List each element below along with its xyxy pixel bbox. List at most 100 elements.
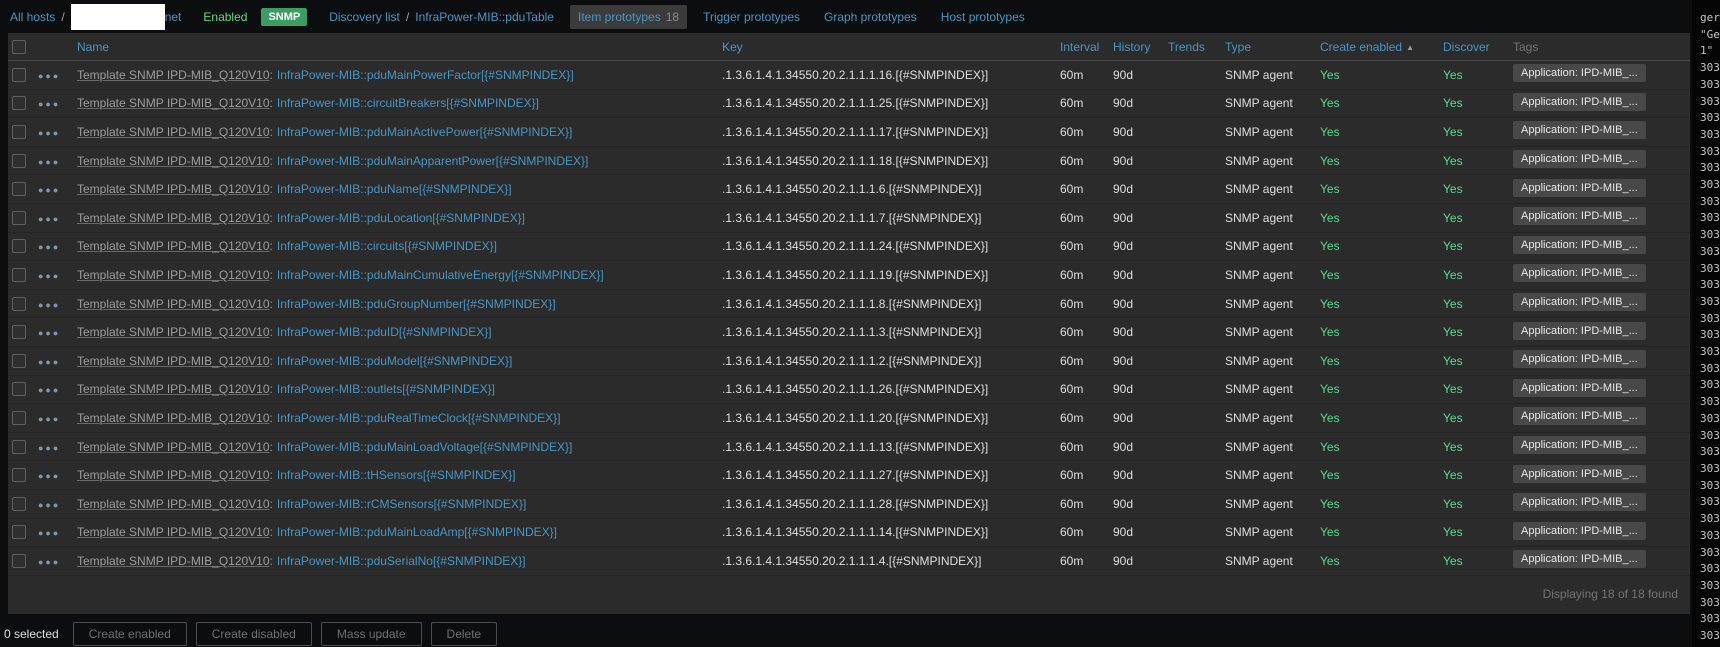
application-tag-chip[interactable]: Application: IPD-MIB_... (1513, 350, 1646, 368)
application-tag-chip[interactable]: Application: IPD-MIB_... (1513, 236, 1646, 254)
template-prefix-link[interactable]: Template SNMP IPD-MIB_Q120V10 (77, 96, 270, 110)
column-header-trends[interactable]: Trends (1168, 40, 1205, 54)
discover-toggle-link[interactable]: Yes (1443, 325, 1463, 339)
row-context-menu-button[interactable]: ●●● (38, 357, 60, 367)
row-checkbox[interactable] (12, 382, 26, 396)
row-checkbox[interactable] (12, 154, 26, 168)
create-enabled-toggle-link[interactable]: Yes (1320, 468, 1340, 482)
row-checkbox[interactable] (12, 468, 26, 482)
row-checkbox[interactable] (12, 554, 26, 568)
application-tag-chip[interactable]: Application: IPD-MIB_... (1513, 93, 1646, 111)
template-prefix-link[interactable]: Template SNMP IPD-MIB_Q120V10 (77, 468, 270, 482)
application-tag-chip[interactable]: Application: IPD-MIB_... (1513, 179, 1646, 197)
item-name-link[interactable]: InfraPower-MIB::pduMainLoadAmp[{#SNMPIND… (277, 525, 557, 539)
host-name-link[interactable]: net (165, 10, 182, 24)
discover-toggle-link[interactable]: Yes (1443, 497, 1463, 511)
create-enabled-toggle-link[interactable]: Yes (1320, 96, 1340, 110)
item-name-link[interactable]: InfraPower-MIB::pduSerialNo[{#SNMPINDEX}… (277, 554, 526, 568)
item-name-link[interactable]: InfraPower-MIB::circuits[{#SNMPINDEX}] (277, 239, 497, 253)
row-context-menu-button[interactable]: ●●● (38, 500, 60, 510)
row-checkbox[interactable] (12, 182, 26, 196)
row-context-menu-button[interactable]: ●●● (38, 99, 60, 109)
create-enabled-toggle-link[interactable]: Yes (1320, 68, 1340, 82)
create-enabled-toggle-link[interactable]: Yes (1320, 554, 1340, 568)
row-checkbox[interactable] (12, 211, 26, 225)
row-context-menu-button[interactable]: ●●● (38, 271, 60, 281)
application-tag-chip[interactable]: Application: IPD-MIB_... (1513, 522, 1646, 540)
create-enabled-button[interactable]: Create enabled (73, 622, 187, 646)
select-all-checkbox[interactable] (12, 40, 26, 54)
item-name-link[interactable]: InfraPower-MIB::pduMainApparentPower[{#S… (277, 154, 588, 168)
create-enabled-toggle-link[interactable]: Yes (1320, 525, 1340, 539)
row-context-menu-button[interactable]: ●●● (38, 71, 60, 81)
item-name-link[interactable]: InfraPower-MIB::pduRealTimeClock[{#SNMPI… (277, 411, 561, 425)
application-tag-chip[interactable]: Application: IPD-MIB_... (1513, 550, 1646, 568)
discover-toggle-link[interactable]: Yes (1443, 125, 1463, 139)
row-context-menu-button[interactable]: ●●● (38, 557, 60, 567)
item-name-link[interactable]: InfraPower-MIB::pduMainPowerFactor[{#SNM… (277, 68, 574, 82)
create-enabled-toggle-link[interactable]: Yes (1320, 354, 1340, 368)
row-checkbox[interactable] (12, 411, 26, 425)
template-prefix-link[interactable]: Template SNMP IPD-MIB_Q120V10 (77, 297, 270, 311)
item-name-link[interactable]: InfraPower-MIB::pduID[{#SNMPINDEX}] (277, 325, 492, 339)
discover-toggle-link[interactable]: Yes (1443, 440, 1463, 454)
row-context-menu-button[interactable]: ●●● (38, 414, 60, 424)
create-enabled-toggle-link[interactable]: Yes (1320, 297, 1340, 311)
row-checkbox[interactable] (12, 497, 26, 511)
row-checkbox[interactable] (12, 96, 26, 110)
column-header-name[interactable]: Name (77, 40, 109, 54)
application-tag-chip[interactable]: Application: IPD-MIB_... (1513, 322, 1646, 340)
column-header-history[interactable]: History (1113, 40, 1150, 54)
tab-trigger-prototypes[interactable]: Trigger prototypes (695, 5, 808, 29)
discover-toggle-link[interactable]: Yes (1443, 154, 1463, 168)
row-checkbox[interactable] (12, 125, 26, 139)
row-checkbox[interactable] (12, 68, 26, 82)
template-prefix-link[interactable]: Template SNMP IPD-MIB_Q120V10 (77, 382, 270, 396)
application-tag-chip[interactable]: Application: IPD-MIB_... (1513, 436, 1646, 454)
discover-toggle-link[interactable]: Yes (1443, 525, 1463, 539)
application-tag-chip[interactable]: Application: IPD-MIB_... (1513, 493, 1646, 511)
column-header-interval[interactable]: Interval (1060, 40, 1099, 54)
application-tag-chip[interactable]: Application: IPD-MIB_... (1513, 207, 1646, 225)
application-tag-chip[interactable]: Application: IPD-MIB_... (1513, 264, 1646, 282)
discover-toggle-link[interactable]: Yes (1443, 268, 1463, 282)
create-enabled-toggle-link[interactable]: Yes (1320, 382, 1340, 396)
tab-graph-prototypes[interactable]: Graph prototypes (816, 5, 925, 29)
discover-toggle-link[interactable]: Yes (1443, 96, 1463, 110)
application-tag-chip[interactable]: Application: IPD-MIB_... (1513, 293, 1646, 311)
row-checkbox[interactable] (12, 239, 26, 253)
delete-button[interactable]: Delete (431, 622, 498, 646)
item-name-link[interactable]: InfraPower-MIB::pduMainLoadVoltage[{#SNM… (277, 440, 573, 454)
tab-host-prototypes[interactable]: Host prototypes (933, 5, 1033, 29)
create-enabled-toggle-link[interactable]: Yes (1320, 239, 1340, 253)
item-name-link[interactable]: InfraPower-MIB::circuitBreakers[{#SNMPIN… (277, 96, 539, 110)
row-context-menu-button[interactable]: ●●● (38, 443, 60, 453)
template-prefix-link[interactable]: Template SNMP IPD-MIB_Q120V10 (77, 354, 270, 368)
row-context-menu-button[interactable]: ●●● (38, 328, 60, 338)
item-name-link[interactable]: InfraPower-MIB::pduGroupNumber[{#SNMPIND… (277, 297, 556, 311)
item-name-link[interactable]: InfraPower-MIB::pduMainActivePower[{#SNM… (277, 125, 572, 139)
template-prefix-link[interactable]: Template SNMP IPD-MIB_Q120V10 (77, 68, 270, 82)
application-tag-chip[interactable]: Application: IPD-MIB_... (1513, 150, 1646, 168)
discover-toggle-link[interactable]: Yes (1443, 354, 1463, 368)
row-context-menu-button[interactable]: ●●● (38, 385, 60, 395)
create-enabled-toggle-link[interactable]: Yes (1320, 497, 1340, 511)
create-enabled-toggle-link[interactable]: Yes (1320, 182, 1340, 196)
create-enabled-toggle-link[interactable]: Yes (1320, 125, 1340, 139)
item-name-link[interactable]: InfraPower-MIB::pduName[{#SNMPINDEX}] (277, 182, 512, 196)
create-enabled-toggle-link[interactable]: Yes (1320, 154, 1340, 168)
row-context-menu-button[interactable]: ●●● (38, 528, 60, 538)
item-name-link[interactable]: InfraPower-MIB::rCMSensors[{#SNMPINDEX}] (277, 497, 526, 511)
item-name-link[interactable]: InfraPower-MIB::outlets[{#SNMPINDEX}] (277, 382, 495, 396)
discover-toggle-link[interactable]: Yes (1443, 468, 1463, 482)
template-prefix-link[interactable]: Template SNMP IPD-MIB_Q120V10 (77, 440, 270, 454)
create-disabled-button[interactable]: Create disabled (196, 622, 312, 646)
row-checkbox[interactable] (12, 297, 26, 311)
discover-toggle-link[interactable]: Yes (1443, 239, 1463, 253)
item-name-link[interactable]: InfraPower-MIB::pduMainCumulativeEnergy[… (277, 268, 604, 282)
discover-toggle-link[interactable]: Yes (1443, 68, 1463, 82)
application-tag-chip[interactable]: Application: IPD-MIB_... (1513, 407, 1646, 425)
discover-toggle-link[interactable]: Yes (1443, 554, 1463, 568)
row-checkbox[interactable] (12, 440, 26, 454)
row-context-menu-button[interactable]: ●●● (38, 157, 60, 167)
